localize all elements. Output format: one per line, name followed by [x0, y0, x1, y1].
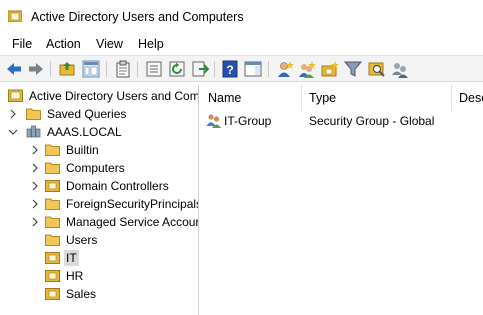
column-header-description[interactable]: Desc — [452, 85, 483, 111]
new-ou-icon[interactable] — [321, 60, 339, 78]
find-icon[interactable] — [368, 60, 386, 78]
tree-item-sales[interactable]: Sales — [0, 285, 198, 303]
tree-label: Domain Controllers — [66, 179, 169, 193]
tree-label: Sales — [66, 287, 97, 301]
forward-arrow-icon[interactable] — [27, 60, 45, 78]
tree-label: Computers — [66, 161, 125, 175]
folder-icon — [45, 198, 60, 210]
tree-label: Managed Service Accour — [66, 215, 199, 229]
folder-icon — [26, 108, 41, 120]
title-bar: Active Directory Users and Computers — [0, 0, 483, 34]
tree-label: ForeignSecurityPrincipals — [66, 197, 199, 211]
menu-file[interactable]: File — [12, 37, 32, 51]
tree-item-managed-service-accounts[interactable]: Managed Service Accour — [0, 213, 199, 231]
action-pane-icon[interactable] — [244, 60, 262, 78]
column-header-name[interactable]: Name — [201, 85, 302, 111]
back-arrow-icon[interactable] — [5, 60, 23, 78]
chevron-right-icon[interactable] — [30, 199, 40, 209]
properties-icon[interactable] — [145, 60, 163, 78]
tree-label: Users — [66, 233, 98, 247]
chevron-right-icon[interactable] — [8, 109, 18, 119]
new-group-icon[interactable] — [298, 60, 316, 78]
add-to-group-icon[interactable] — [391, 60, 409, 78]
show-hide-tree-icon[interactable] — [82, 60, 100, 78]
chevron-right-icon[interactable] — [30, 181, 40, 191]
domain-icon — [26, 125, 41, 138]
column-header-type[interactable]: Type — [302, 85, 452, 111]
export-list-icon[interactable] — [191, 60, 209, 78]
folder-icon — [45, 144, 60, 156]
ad-root-icon — [8, 89, 23, 102]
tree-label: Builtin — [66, 143, 99, 157]
details-pane[interactable]: Name Type Desc IT-Group Security Group -… — [201, 85, 483, 315]
ou-icon — [45, 270, 60, 282]
ad-folder-icon — [8, 10, 22, 22]
folder-icon — [45, 162, 60, 174]
toolbar-separator — [268, 61, 269, 77]
group-name: IT-Group — [224, 114, 272, 128]
clipboard-icon[interactable] — [114, 60, 132, 78]
ou-icon — [45, 288, 60, 300]
tree-pane[interactable]: Active Directory Users and Com Saved Que… — [0, 85, 199, 315]
up-folder-icon[interactable] — [58, 60, 76, 78]
menu-help[interactable]: Help — [138, 37, 164, 51]
tree-label: IT — [64, 250, 79, 266]
tree-item-domain[interactable]: AAAS.LOCAL — [0, 123, 198, 141]
toolbar-separator — [137, 61, 138, 77]
toolbar-separator — [214, 61, 215, 77]
tree-item-hr[interactable]: HR — [0, 267, 198, 285]
chevron-right-icon[interactable] — [30, 217, 40, 227]
help-icon[interactable]: ? — [221, 60, 239, 78]
chevron-down-icon[interactable] — [8, 127, 18, 137]
chevron-right-icon[interactable] — [30, 145, 40, 155]
tree-root[interactable]: Active Directory Users and Com — [0, 87, 199, 105]
window-title: Active Directory Users and Computers — [31, 10, 244, 24]
new-user-icon[interactable] — [276, 60, 294, 78]
chevron-right-icon[interactable] — [30, 163, 40, 173]
refresh-icon[interactable] — [168, 60, 186, 78]
toolbar: ? — [0, 55, 483, 82]
list-item[interactable]: IT-Group Security Group - Global — [201, 112, 483, 130]
menu-view[interactable]: View — [96, 37, 123, 51]
tree-item-saved-queries[interactable]: Saved Queries — [0, 105, 198, 123]
folder-icon — [45, 216, 60, 228]
toolbar-separator — [106, 61, 107, 77]
tree-item-foreign-security-principals[interactable]: ForeignSecurityPrincipals — [0, 195, 199, 213]
filter-icon[interactable] — [344, 60, 362, 78]
folder-icon — [45, 234, 60, 246]
tree-item-users[interactable]: Users — [0, 231, 198, 249]
group-icon — [206, 114, 221, 128]
tree-item-computers[interactable]: Computers — [0, 159, 198, 177]
tree-item-domain-controllers[interactable]: Domain Controllers — [0, 177, 198, 195]
ou-icon — [45, 180, 60, 192]
toolbar-separator — [50, 61, 51, 77]
tree-item-it[interactable]: IT — [0, 249, 198, 267]
ou-icon — [45, 252, 60, 264]
menu-bar: File Action View Help — [0, 34, 483, 54]
svg-text:?: ? — [226, 63, 233, 77]
tree-item-builtin[interactable]: Builtin — [0, 141, 198, 159]
menu-action[interactable]: Action — [46, 37, 81, 51]
tree-label: HR — [66, 269, 84, 283]
tree-label: Saved Queries — [47, 107, 127, 121]
tree-label: Active Directory Users and Com — [29, 89, 199, 103]
group-type: Security Group - Global — [309, 114, 435, 128]
tree-label: AAAS.LOCAL — [47, 125, 122, 139]
